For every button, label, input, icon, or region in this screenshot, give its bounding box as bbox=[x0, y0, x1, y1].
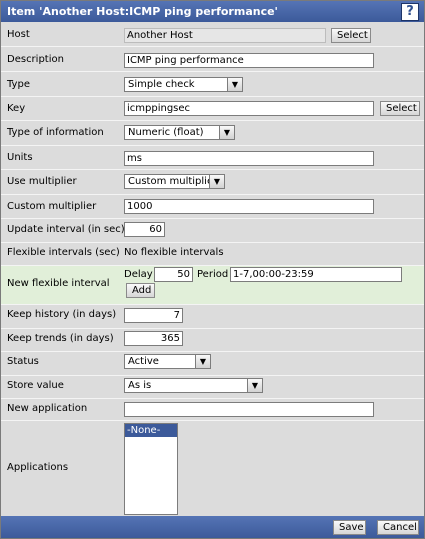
row-description: Description bbox=[1, 47, 424, 72]
use-multiplier-label: Use multiplier bbox=[7, 176, 77, 187]
applications-listbox[interactable]: -None- bbox=[124, 423, 178, 515]
type-select-value: Simple check bbox=[128, 79, 195, 90]
status-select[interactable]: Active ▼ bbox=[124, 354, 211, 369]
delay-field[interactable] bbox=[154, 267, 193, 282]
flexible-intervals-label: Flexible intervals (sec) bbox=[7, 247, 120, 258]
use-multiplier-select[interactable]: Custom multiplier ▼ bbox=[124, 174, 225, 189]
chevron-down-icon: ▼ bbox=[209, 175, 224, 188]
dialog-title: Item 'Another Host:ICMP ping performance… bbox=[7, 5, 278, 18]
row-type-of-information: Type of information Numeric (float) ▼ bbox=[1, 121, 424, 146]
store-value-select[interactable]: As is ▼ bbox=[124, 378, 263, 393]
store-value-select-value: As is bbox=[128, 380, 152, 391]
applications-option-none[interactable]: -None- bbox=[125, 424, 177, 437]
type-of-information-label: Type of information bbox=[7, 127, 104, 138]
row-type: Type Simple check ▼ bbox=[1, 72, 424, 97]
status-select-value: Active bbox=[128, 356, 159, 367]
new-flexible-interval-label: New flexible interval bbox=[7, 278, 110, 289]
row-update-interval: Update interval (in sec) bbox=[1, 219, 424, 243]
store-value-label: Store value bbox=[7, 380, 64, 391]
flexible-intervals-value: No flexible intervals bbox=[124, 247, 224, 258]
save-button[interactable]: Save bbox=[333, 520, 366, 535]
type-of-information-value: Numeric (float) bbox=[128, 127, 204, 138]
add-flexible-interval-button[interactable]: Add bbox=[126, 283, 155, 298]
title-bar: Item 'Another Host:ICMP ping performance… bbox=[1, 1, 424, 22]
type-select[interactable]: Simple check ▼ bbox=[124, 77, 243, 92]
row-keep-trends: Keep trends (in days) bbox=[1, 329, 424, 352]
help-icon[interactable]: ? bbox=[401, 3, 419, 21]
status-label: Status bbox=[7, 356, 39, 367]
row-store-value: Store value As is ▼ bbox=[1, 376, 424, 399]
keep-trends-label: Keep trends (in days) bbox=[7, 333, 114, 344]
key-select-button[interactable]: Select bbox=[380, 101, 420, 116]
custom-multiplier-label: Custom multiplier bbox=[7, 201, 97, 212]
row-new-flexible-interval: New flexible interval Delay Period Add bbox=[1, 266, 424, 305]
keep-trends-field[interactable] bbox=[124, 331, 183, 346]
type-of-information-select[interactable]: Numeric (float) ▼ bbox=[124, 125, 235, 140]
units-field[interactable] bbox=[124, 151, 374, 166]
row-units: Units bbox=[1, 146, 424, 170]
host-field[interactable] bbox=[124, 28, 326, 43]
host-label: Host bbox=[7, 29, 30, 40]
update-interval-label: Update interval (in sec) bbox=[7, 224, 125, 235]
chevron-down-icon: ▼ bbox=[227, 78, 242, 91]
chevron-down-icon: ▼ bbox=[195, 355, 210, 368]
row-new-application: New application bbox=[1, 399, 424, 421]
period-label: Period bbox=[197, 269, 229, 280]
host-select-button[interactable]: Select bbox=[331, 28, 371, 43]
keep-history-field[interactable] bbox=[124, 308, 183, 323]
delay-label: Delay bbox=[124, 269, 153, 280]
row-host: Host Select bbox=[1, 23, 424, 47]
cancel-button[interactable]: Cancel bbox=[377, 520, 419, 535]
type-label: Type bbox=[7, 79, 30, 90]
use-multiplier-value: Custom multiplier bbox=[128, 176, 218, 187]
row-flexible-intervals: Flexible intervals (sec) No flexible int… bbox=[1, 243, 424, 266]
footer-bar: Save Cancel bbox=[1, 516, 424, 538]
description-label: Description bbox=[7, 54, 64, 65]
row-key: Key Select bbox=[1, 97, 424, 121]
units-label: Units bbox=[7, 152, 33, 163]
row-use-multiplier: Use multiplier Custom multiplier ▼ bbox=[1, 170, 424, 195]
new-application-field[interactable] bbox=[124, 402, 374, 417]
custom-multiplier-field[interactable] bbox=[124, 199, 374, 214]
item-dialog: Item 'Another Host:ICMP ping performance… bbox=[0, 0, 425, 539]
key-field[interactable] bbox=[124, 101, 374, 116]
row-custom-multiplier: Custom multiplier bbox=[1, 195, 424, 219]
row-status: Status Active ▼ bbox=[1, 352, 424, 376]
update-interval-field[interactable] bbox=[124, 222, 165, 237]
new-application-label: New application bbox=[7, 403, 88, 414]
applications-label: Applications bbox=[7, 462, 69, 473]
row-applications: Applications -None- bbox=[1, 421, 424, 515]
period-field[interactable] bbox=[230, 267, 402, 282]
keep-history-label: Keep history (in days) bbox=[7, 309, 117, 320]
chevron-down-icon: ▼ bbox=[219, 126, 234, 139]
key-label: Key bbox=[7, 103, 26, 114]
description-field[interactable] bbox=[124, 53, 374, 68]
row-keep-history: Keep history (in days) bbox=[1, 305, 424, 329]
chevron-down-icon: ▼ bbox=[247, 379, 262, 392]
